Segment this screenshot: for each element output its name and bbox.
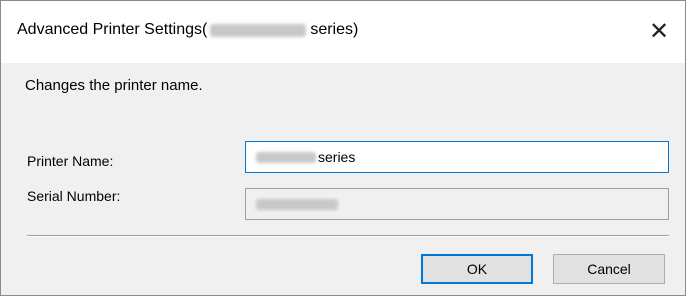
dialog-title-prefix: Advanced Printer Settings(	[17, 21, 208, 38]
dialog-title: Advanced Printer Settings( series)	[17, 21, 358, 39]
close-button[interactable]: ✕	[637, 9, 681, 53]
ok-button[interactable]: OK	[421, 254, 533, 284]
printer-name-input[interactable]: series	[245, 141, 669, 173]
serial-number-field	[245, 188, 669, 220]
title-bar: Advanced Printer Settings( series) ✕	[1, 1, 685, 63]
dialog-content: Changes the printer name. Printer Name: …	[1, 63, 685, 295]
serial-number-label: Serial Number:	[27, 188, 121, 204]
redacted-model-name	[256, 151, 316, 163]
printer-name-value: series	[318, 149, 356, 165]
dialog-title-suffix: series)	[310, 21, 359, 38]
separator	[27, 235, 669, 237]
cancel-button[interactable]: Cancel	[553, 254, 665, 284]
description-text: Changes the printer name.	[25, 77, 203, 94]
redacted-serial-number	[256, 198, 338, 210]
close-icon: ✕	[648, 17, 670, 45]
printer-name-label: Printer Name:	[27, 153, 114, 169]
redacted-model-name	[210, 23, 307, 37]
advanced-printer-settings-dialog: Advanced Printer Settings( series) ✕ Cha…	[0, 0, 686, 296]
